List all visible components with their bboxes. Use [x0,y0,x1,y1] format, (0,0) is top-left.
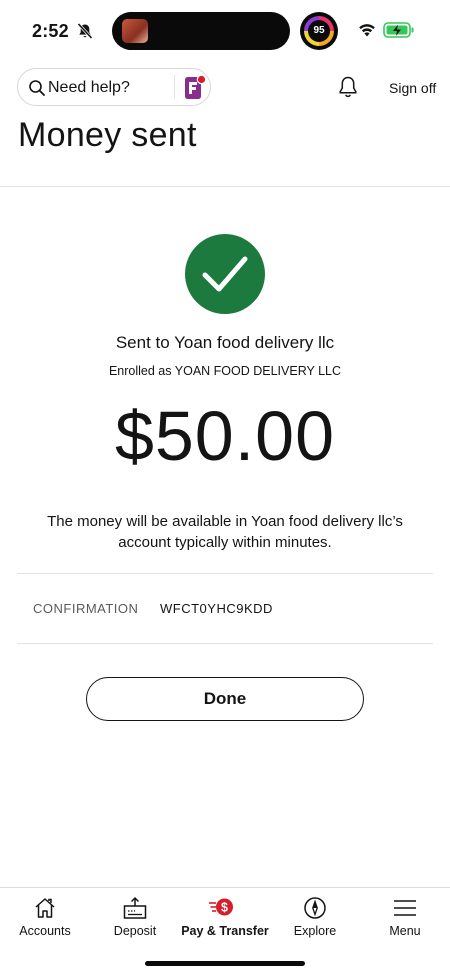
home-indicator[interactable] [145,961,305,966]
tab-label: Pay & Transfer [181,924,269,938]
enrolled-as-text: Enrolled as YOAN FOOD DELIVERY LLC [108,364,342,378]
muted-bell-icon [77,22,93,40]
amount-sent: $50.00 [114,397,336,475]
tab-menu[interactable]: Menu [360,888,450,948]
search-icon [29,80,45,96]
recipient-heading: Sent to Yoan food delivery llc [115,333,335,352]
status-bar: 2:52 95 [0,0,450,62]
tab-pay-transfer[interactable]: $ Pay & Transfer [180,888,270,948]
home-icon [35,898,55,918]
availability-message: The money will be available in Yoan food… [47,513,403,551]
tab-label: Explore [293,924,337,938]
done-button[interactable]: Done [86,677,364,721]
pay-transfer-icon: $ [209,898,233,916]
confirmation-label: CONFIRMATION [33,601,139,616]
section-divider [17,573,433,574]
tab-deposit[interactable]: Deposit [90,888,180,948]
success-check-icon [185,234,265,314]
sign-off-link[interactable]: Sign off [389,80,436,96]
help-search-pill[interactable]: Need help? [17,68,211,106]
compass-icon [304,897,326,919]
tab-label: Deposit [113,924,157,938]
status-time: 2:52 [32,21,69,41]
activity-ring-value: 95 [308,20,330,42]
confirmation-number: WFCT0YHC9KDD [160,601,273,616]
menu-icon [394,900,416,916]
deposit-icon [123,896,147,919]
assistant-icon[interactable] [181,74,207,102]
header-divider [0,186,450,187]
tab-label: Menu [389,924,421,938]
help-search-label: Need help? [48,79,130,96]
wifi-icon [359,24,375,37]
page-title: Money sent [18,116,197,154]
activity-ring-widget: 95 [300,12,338,50]
tab-explore[interactable]: Explore [270,888,360,948]
svg-text:$: $ [221,901,228,915]
tab-label: Accounts [19,924,71,938]
notifications-bell-icon[interactable] [337,75,359,99]
battery-charging-icon [383,22,414,38]
dynamic-island [112,12,290,50]
media-thumbnail [122,19,148,43]
search-divider [174,75,175,99]
section-divider [17,643,433,644]
tab-accounts[interactable]: Accounts [0,888,90,948]
